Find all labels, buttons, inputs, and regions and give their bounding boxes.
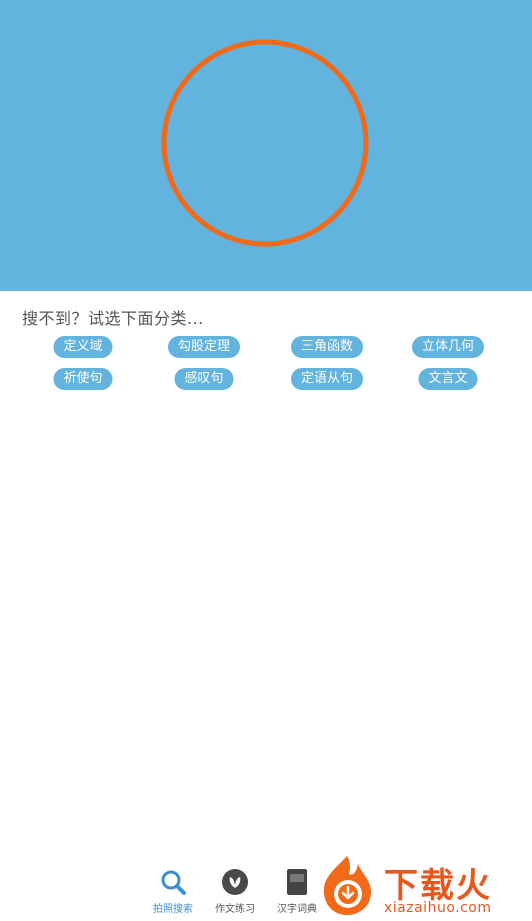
camera-shutter-ring[interactable] <box>159 37 371 249</box>
chip-exclamatory[interactable]: 感叹句 <box>174 368 234 390</box>
nav-label: 汉字词典 <box>277 904 317 915</box>
chip-pythagorean[interactable]: 勾股定理 <box>167 336 241 358</box>
nav-essay-practice[interactable]: 作文练习 <box>202 868 268 915</box>
watermark-url: xiazaihuo.com <box>384 900 492 916</box>
chip-solid-geometry[interactable]: 立体几何 <box>411 336 485 358</box>
category-prompt: 搜不到？试选下面分类... <box>22 309 204 328</box>
chip-attributive-clause[interactable]: 定语从句 <box>290 368 364 390</box>
nav-label: 拍照搜索 <box>153 904 193 915</box>
nav-photo-search[interactable]: 拍照搜索 <box>140 868 206 915</box>
watermark-logo: 下载火 xiazaihuo.com <box>312 850 532 921</box>
nav-label: 作文练习 <box>215 904 255 915</box>
dictionary-icon <box>287 869 307 895</box>
chip-classical-chinese[interactable]: 文言文 <box>418 368 478 390</box>
flame-icon <box>323 856 371 915</box>
camera-hero <box>0 0 532 291</box>
search-icon <box>161 870 186 895</box>
chip-domain[interactable]: 定义域 <box>53 336 113 358</box>
leaf-icon <box>222 869 248 895</box>
chip-trig[interactable]: 三角函数 <box>290 336 364 358</box>
chip-imperative[interactable]: 祈使句 <box>53 368 113 390</box>
